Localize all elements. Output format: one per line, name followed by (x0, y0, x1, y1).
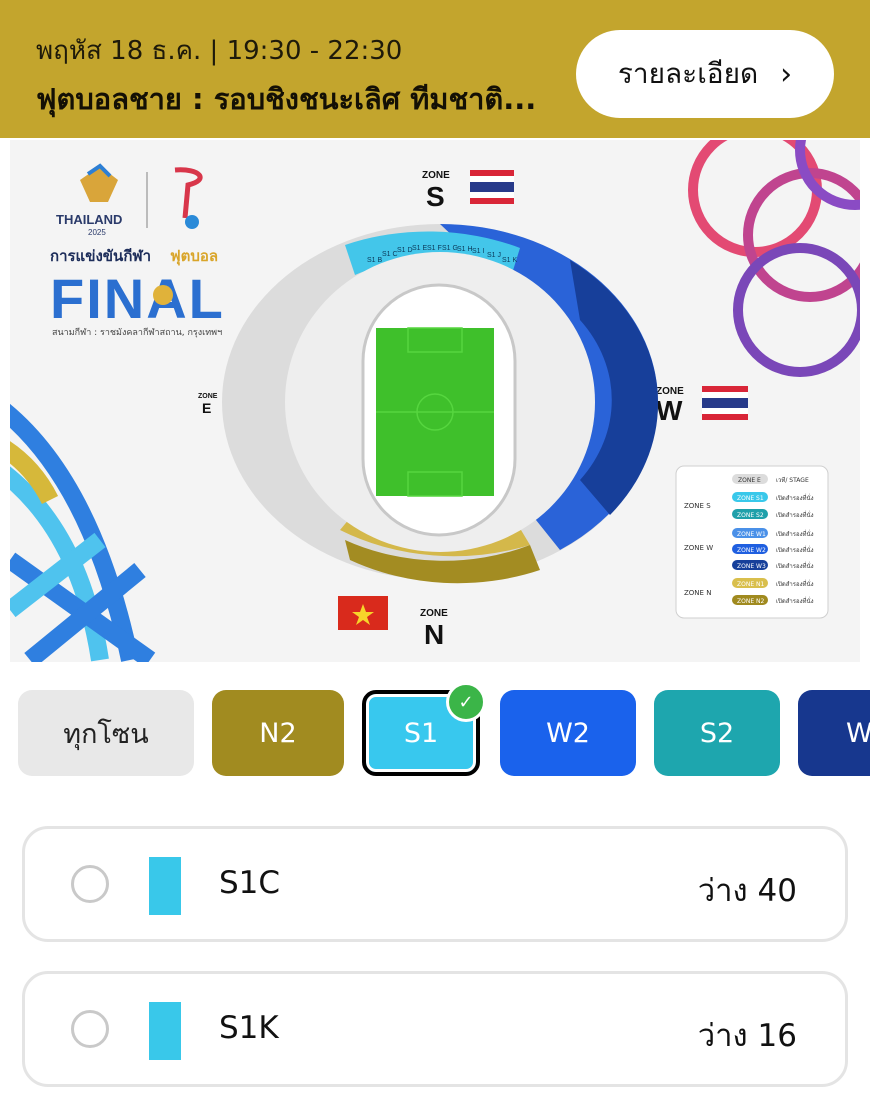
legend-group-label: ZONE W (684, 544, 713, 552)
s1-section-label: S1 C (382, 251, 398, 258)
zone-filter-w[interactable]: W (798, 690, 870, 776)
legend-group-label: ZONE N (684, 589, 711, 597)
legend-chip: ZONE S2 (737, 512, 764, 519)
legend-chip: ZONE S1 (737, 495, 764, 502)
s1-section-label: S1 K (502, 257, 518, 264)
section-radio[interactable] (71, 865, 109, 903)
zone-filter-w2[interactable]: W2 (500, 690, 636, 776)
legend-chip: ZONE N2 (737, 598, 765, 605)
poster-competition: การแข่งขันกีฬา (50, 247, 151, 265)
zone-legend: ZONE E เวที/ STAGE ZONE S ZONE S1 เปิดสำ… (675, 465, 829, 619)
s1-section-label: S1 H (457, 246, 473, 253)
legend-text: เปิดสำรองที่นั่ง (776, 580, 814, 588)
legend-text: เปิดสำรองที่นั่ง (776, 546, 814, 554)
medal-icon (153, 285, 173, 305)
zone-w-letter: W (656, 395, 683, 426)
thailand-flag-icon (470, 170, 514, 204)
details-button-label: รายละเอียด (617, 57, 759, 90)
zone-filter-label: S2 (699, 717, 735, 749)
section-availability: ว่าง 16 (697, 1018, 797, 1054)
chevron-right-icon: › (780, 56, 793, 92)
legend-chip: ZONE W2 (737, 547, 766, 554)
decorative-rings (688, 140, 860, 377)
zone-filter-s2[interactable]: S2 (654, 690, 780, 776)
zone-color-swatch (149, 857, 181, 915)
section-row-s1c[interactable]: S1C ว่าง 40 (22, 826, 848, 942)
zone-filter-all[interactable]: ทุกโซน (18, 690, 194, 776)
legend-zone-e-text: เวที/ STAGE (776, 476, 809, 484)
vietnam-flag-icon (338, 596, 388, 630)
check-icon: ✓ (446, 682, 486, 722)
section-name: S1C (219, 865, 281, 901)
thailand-flag-icon (702, 386, 748, 420)
zone-n-letter: N (424, 619, 444, 650)
event-header: พฤหัส 18 ธ.ค. | 19:30 - 22:30 ฟุตบอลชาย … (0, 0, 870, 138)
pitch (361, 283, 517, 537)
s1-section-label: S1 D (397, 247, 413, 254)
poster-venue: สนามกีฬา : ราชมังคลากีฬาสถาน, กรุงเทพฯ (52, 327, 222, 338)
zone-filter-label: S1 (403, 717, 439, 749)
poster-sport: ฟุตบอล (170, 247, 218, 266)
zone-filter-label: W (846, 717, 870, 749)
zone-e-word: ZONE (198, 393, 218, 400)
legend-zone-e-chip: ZONE E (738, 477, 761, 484)
legend-text: เปิดสำรองที่นั่ง (776, 494, 814, 502)
poster-brand-year: 2025 (88, 228, 106, 237)
legend-text: เปิดสำรองที่นั่ง (776, 530, 814, 538)
legend-text: เปิดสำรองที่นั่ง (776, 562, 814, 570)
zone-filter-bar[interactable]: ทุกโซน N2 S1 ✓ W2 S2 W (0, 682, 870, 778)
section-row-s1k[interactable]: S1K ว่าง 16 (22, 971, 848, 1087)
section-availability: ว่าง 40 (697, 873, 797, 909)
zone-s-word: ZONE (422, 170, 450, 181)
legend-group-label: ZONE S (684, 502, 711, 510)
poster-brand: THAILAND (56, 212, 122, 227)
legend-chip: ZONE W3 (737, 563, 766, 570)
legend-chip: ZONE W1 (737, 531, 766, 538)
event-datetime: พฤหัส 18 ธ.ค. | 19:30 - 22:30 (36, 36, 403, 66)
zone-n-word: ZONE (420, 608, 448, 619)
details-button[interactable]: รายละเอียด › (576, 30, 834, 118)
zone-filter-s1[interactable]: S1 ✓ (362, 682, 486, 776)
legend-text: เปิดสำรองที่นั่ง (776, 597, 814, 605)
section-radio[interactable] (71, 1010, 109, 1048)
poster-headline: FINAL (50, 267, 225, 330)
event-title: ฟุตบอลชาย : รอบชิงชนะเลิศ ทีมชาติ... (36, 82, 537, 116)
zone-filter-label: N2 (259, 717, 297, 749)
zone-filter-n2[interactable]: N2 (212, 690, 344, 776)
zone-color-swatch (149, 1002, 181, 1060)
legend-text: เปิดสำรองที่นั่ง (776, 511, 814, 519)
zone-filter-label: ทุกโซน (63, 718, 149, 750)
s1-section-label: S1 B (367, 257, 383, 264)
s1-section-label: S1 J (487, 252, 501, 259)
s1-section-label: S1 E (412, 245, 428, 252)
section-name: S1K (219, 1010, 279, 1046)
zone-e-letter: E (202, 400, 211, 416)
zone-filter-label: W2 (546, 717, 590, 749)
decorative-stripes (10, 404, 156, 662)
legend-chip: ZONE N1 (737, 581, 765, 588)
s1-section-label: S1 G (442, 245, 458, 252)
stadium-seat-map[interactable]: THAILAND 2025 การแข่งขันกีฬา ฟุตบอล FINA… (10, 140, 860, 662)
zone-s-letter: S (426, 181, 445, 212)
s1-section-label: S1 I (472, 248, 485, 255)
s1-section-label: S1 F (427, 245, 442, 252)
